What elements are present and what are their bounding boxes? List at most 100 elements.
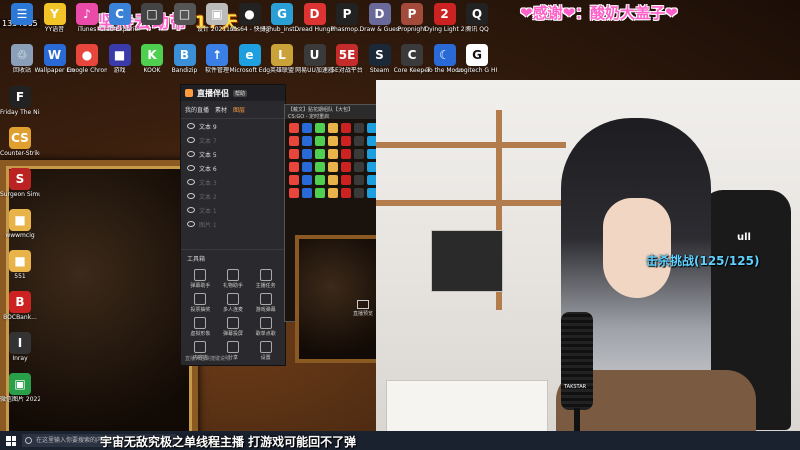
preview-icon bbox=[328, 175, 338, 185]
app-icon: G bbox=[271, 3, 293, 25]
app-icon: □ bbox=[173, 3, 196, 25]
preview-icon bbox=[315, 136, 325, 146]
desktop-shortcut[interactable]: ■ wwwmcig bbox=[0, 209, 40, 239]
layer-item[interactable]: 文本 1 bbox=[181, 203, 285, 217]
desktop-shortcut[interactable]: ■ 551 bbox=[0, 250, 40, 280]
help-button[interactable]: 帮助 bbox=[233, 89, 248, 97]
preview-icon bbox=[354, 123, 364, 133]
layer-label: 文本 3 bbox=[199, 179, 217, 187]
app-icon: ● bbox=[76, 44, 98, 66]
desktop-shortcut[interactable]: B BOCBank... bbox=[0, 291, 40, 321]
eye-icon[interactable] bbox=[187, 221, 195, 227]
toolbox-item[interactable]: 虚拟形象 bbox=[185, 317, 216, 337]
layer-item[interactable]: 文本 6 bbox=[181, 161, 285, 175]
tool-icon bbox=[226, 341, 239, 353]
preview-icon bbox=[289, 175, 299, 185]
app-icon: ● bbox=[238, 3, 261, 25]
desktop-shortcut[interactable]: FFriday The Nine Sour... bbox=[0, 86, 40, 116]
preview-icon bbox=[302, 162, 312, 172]
toolbox-item[interactable]: 投票抽奖 bbox=[185, 293, 216, 313]
shortcut-label: Counter-Strike: Global Off... bbox=[0, 150, 40, 157]
app-icon: W bbox=[43, 44, 66, 66]
app-icon: I bbox=[9, 332, 31, 354]
toolbox-item[interactable]: 游戏弹幕 bbox=[250, 293, 281, 313]
shortcut-label: Friday The Nine Sour... bbox=[0, 109, 40, 116]
app-tab[interactable]: 素材 bbox=[215, 105, 227, 114]
shelf bbox=[376, 142, 566, 148]
tool-label: 礼物助手 bbox=[222, 283, 243, 289]
preview-icon bbox=[328, 136, 338, 146]
preview-icon bbox=[315, 149, 325, 159]
toolbox-grid: 弹幕助手 礼物助手 主播任务 投票抽奖 多人连麦 游戏弹幕 虚拟形象 弹幕投屏 歌单点歌 内容店分… bbox=[181, 267, 285, 363]
preview-icon bbox=[328, 123, 338, 133]
live-preview-button[interactable]: 直播预览 bbox=[353, 300, 373, 317]
toolbox-item[interactable]: 弹幕助手 bbox=[185, 269, 216, 289]
desktop-shortcut[interactable]: ▣微信图片 2022051... bbox=[0, 373, 40, 403]
search-placeholder: 在这里输入你要搜索的内容 bbox=[36, 437, 109, 444]
preview-icon bbox=[341, 149, 351, 159]
layer-item[interactable]: 图片 1 bbox=[181, 217, 285, 231]
shortcut-label: 551 bbox=[14, 273, 26, 280]
toolbox-item[interactable]: 礼物助手 bbox=[218, 269, 249, 289]
streamer-face bbox=[603, 198, 671, 298]
app-icon: B bbox=[173, 44, 196, 66]
layer-label: 文本 6 bbox=[199, 165, 217, 173]
toolbox-item[interactable]: 主播任务 bbox=[250, 269, 281, 289]
preview-icon bbox=[354, 175, 364, 185]
app-icon: ☾ bbox=[433, 44, 456, 66]
preview-icon bbox=[341, 175, 351, 185]
preview-icon bbox=[289, 149, 299, 159]
shortcut-label: Inray bbox=[12, 355, 28, 362]
eye-icon[interactable] bbox=[187, 165, 195, 171]
shortcut-help-link[interactable]: 直播伴侣快捷键说明 bbox=[185, 355, 230, 362]
app-icon: C bbox=[401, 44, 423, 66]
layer-item[interactable]: 文本 3 bbox=[181, 175, 285, 189]
layer-item[interactable]: 文本 7 bbox=[181, 133, 285, 147]
shortcut-label: wwwmcig bbox=[5, 232, 35, 239]
windows-start-icon[interactable] bbox=[6, 436, 16, 446]
live-companion-panel: 直播伴侣 帮助 我的直播 素材 图层 文本 9 文本 7 文本 5 文本 6 文本 3 文本 … bbox=[180, 84, 286, 366]
tool-icon bbox=[259, 293, 272, 305]
layer-item[interactable]: 文本 5 bbox=[181, 147, 285, 161]
app-header: 直播伴侣 帮助 bbox=[181, 85, 285, 101]
tool-icon bbox=[259, 269, 272, 281]
live-preview-label: 直播预览 bbox=[352, 311, 373, 317]
shortcut-label: Crab Experience bbox=[99, 26, 140, 33]
layer-item[interactable]: 文本 2 bbox=[181, 189, 285, 203]
preview-icon bbox=[354, 188, 364, 198]
layer-item[interactable]: 文本 9 bbox=[181, 119, 285, 133]
app-icon: 5E bbox=[336, 44, 358, 66]
app-icon: K bbox=[141, 44, 163, 66]
tool-icon bbox=[194, 269, 207, 281]
preview-titlebar: 【戴文】贴花期组队【大包】 CS:GO - 定时重启 bbox=[285, 105, 377, 120]
toolbox-item[interactable]: 弹幕投屏 bbox=[218, 317, 249, 337]
app-tab[interactable]: 我的直播 bbox=[185, 105, 209, 114]
app-icon: ▣ bbox=[9, 373, 31, 395]
preview-icon-grid bbox=[285, 119, 377, 202]
eye-icon[interactable] bbox=[187, 123, 195, 129]
kill-challenge-counter: 击杀挑战(125/125) bbox=[646, 254, 760, 268]
app-icon: 2 bbox=[433, 3, 456, 25]
eye-icon[interactable] bbox=[187, 193, 195, 199]
toolbox-item[interactable]: 多人连麦 bbox=[218, 293, 249, 313]
desktop-shortcut[interactable]: GLogitech G HUB bbox=[457, 44, 497, 74]
desktop-shortcut[interactable]: SSurgeon Simulator 2 bbox=[0, 168, 40, 198]
app-tab[interactable]: 图层 bbox=[233, 105, 245, 114]
desktop-shortcut[interactable]: Q 腾讯 QQ bbox=[457, 3, 497, 33]
app-icon: e bbox=[238, 44, 261, 66]
eye-icon[interactable] bbox=[187, 179, 195, 185]
tool-icon bbox=[226, 293, 239, 305]
thanks-banner: ❤感谢❤：酸奶大盖子❤ bbox=[520, 4, 678, 22]
toolbox-item[interactable]: 设置 bbox=[250, 341, 281, 361]
preview-icon bbox=[289, 136, 299, 146]
desktop-shortcut[interactable]: CSCounter-Strike: Global Off... bbox=[0, 127, 40, 157]
tool-label: 歌单点歌 bbox=[255, 331, 276, 337]
tool-icon bbox=[259, 317, 272, 329]
eye-icon[interactable] bbox=[187, 137, 195, 143]
desktop-shortcut[interactable]: I Inray bbox=[0, 332, 40, 362]
toolbox-item[interactable]: 歌单点歌 bbox=[250, 317, 281, 337]
tool-icon bbox=[226, 317, 239, 329]
eye-icon[interactable] bbox=[187, 151, 195, 157]
app-icon: ■ bbox=[9, 250, 31, 272]
eye-icon[interactable] bbox=[187, 207, 195, 213]
